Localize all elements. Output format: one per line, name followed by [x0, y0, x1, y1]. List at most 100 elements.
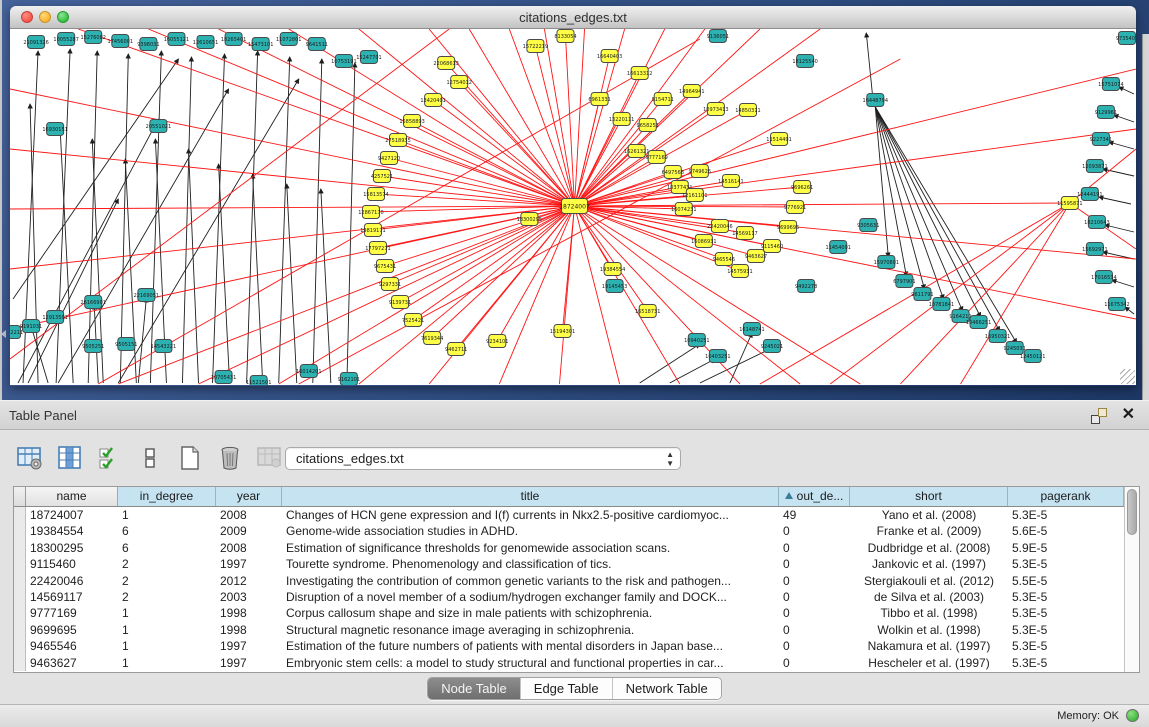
cell-out_de[interactable]: 0	[779, 622, 850, 638]
node-table-grid[interactable]: namein_degreeyeartitleout_de...shortpage…	[14, 487, 1124, 672]
float-panel-icon[interactable]	[1091, 408, 1107, 424]
column-header-title[interactable]: title	[282, 487, 779, 506]
cell-name[interactable]: 9465546	[26, 638, 118, 654]
cell-in_degree[interactable]: 2	[118, 589, 216, 605]
cell-pagerank[interactable]: 5.3E-5	[1008, 556, 1124, 572]
cell-year[interactable]: 2008	[216, 507, 282, 523]
cell-year[interactable]: 1998	[216, 622, 282, 638]
cell-out_de[interactable]: 0	[779, 589, 850, 605]
memory-status-icon[interactable]	[1126, 709, 1139, 722]
cell-in_degree[interactable]: 1	[118, 622, 216, 638]
cell-year[interactable]: 2008	[216, 540, 282, 556]
cell-out_de[interactable]: 0	[779, 655, 850, 671]
table-row[interactable]: 2242004622012Investigating the contribut…	[14, 573, 1124, 589]
column-header-out_de[interactable]: out_de...	[779, 487, 850, 506]
cell-in_degree[interactable]: 2	[118, 556, 216, 572]
cell-in_degree[interactable]: 1	[118, 507, 216, 523]
tab-edge-table[interactable]: Edge Table	[520, 678, 612, 699]
cell-out_de[interactable]: 0	[779, 556, 850, 572]
cell-name[interactable]: 14569117	[26, 589, 118, 605]
cell-year[interactable]: 1997	[216, 655, 282, 671]
panel-divider-left[interactable]	[0, 0, 2, 400]
table-row[interactable]: 969969511998Structural magnetic resonanc…	[14, 622, 1124, 638]
cell-year[interactable]: 1997	[216, 556, 282, 572]
cell-out_de[interactable]: 0	[779, 523, 850, 539]
column-header-name[interactable]: name	[26, 487, 118, 506]
table-row[interactable]: 1830029562008Estimation of significance …	[14, 540, 1124, 556]
table-settings-icon[interactable]	[16, 445, 43, 472]
cell-name[interactable]: 22420046	[26, 573, 118, 589]
cell-short[interactable]: Hescheler et al. (1997)	[850, 655, 1008, 671]
cell-out_de[interactable]: 0	[779, 573, 850, 589]
cell-out_de[interactable]: 0	[779, 605, 850, 621]
cell-short[interactable]: Yano et al. (2008)	[850, 507, 1008, 523]
table-column-icon[interactable]	[56, 445, 83, 472]
cell-title[interactable]: Estimation of the future numbers of pati…	[282, 638, 779, 654]
table-row[interactable]: 946554611997Estimation of the future num…	[14, 638, 1124, 654]
cell-title[interactable]: Genome-wide association studies in ADHD.	[282, 523, 779, 539]
close-panel-icon[interactable]: ✕	[1122, 406, 1135, 424]
column-header-pagerank[interactable]: pagerank	[1008, 487, 1124, 506]
cell-in_degree[interactable]: 6	[118, 540, 216, 556]
cell-pagerank[interactable]: 5.3E-5	[1008, 622, 1124, 638]
cell-title[interactable]: Tourette syndrome. Phenomenology and cla…	[282, 556, 779, 572]
cell-in_degree[interactable]: 2	[118, 573, 216, 589]
cell-name[interactable]: 19384554	[26, 523, 118, 539]
cell-year[interactable]: 2003	[216, 589, 282, 605]
cell-short[interactable]: Tibbo et al. (1998)	[850, 605, 1008, 621]
cell-title[interactable]: Changes of HCN gene expression and I(f) …	[282, 507, 779, 523]
cell-title[interactable]: Investigating the contribution of common…	[282, 573, 779, 589]
cell-out_de[interactable]: 49	[779, 507, 850, 523]
cell-out_de[interactable]: 0	[779, 540, 850, 556]
delete-table-icon[interactable]	[216, 445, 243, 472]
cell-year[interactable]: 2012	[216, 573, 282, 589]
cell-name[interactable]: 9777169	[26, 605, 118, 621]
cell-in_degree[interactable]: 1	[118, 655, 216, 671]
cell-pagerank[interactable]: 5.3E-5	[1008, 638, 1124, 654]
cell-short[interactable]: Franke et al. (2009)	[850, 523, 1008, 539]
cell-title[interactable]: Corpus callosum shape and size in male p…	[282, 605, 779, 621]
column-header-short[interactable]: short	[850, 487, 1008, 506]
cell-short[interactable]: Wolkin et al. (1998)	[850, 622, 1008, 638]
new-table-icon[interactable]	[176, 445, 203, 472]
network-canvas[interactable]: 2206861312754012134204011585889327518935…	[10, 29, 1136, 385]
cell-pagerank[interactable]: 5.6E-5	[1008, 523, 1124, 539]
row-height-icon[interactable]	[136, 445, 163, 472]
cell-in_degree[interactable]: 1	[118, 605, 216, 621]
table-row[interactable]: 946362711997Embryonic stem cells: a mode…	[14, 655, 1124, 671]
cell-name[interactable]: 9699695	[26, 622, 118, 638]
cell-year[interactable]: 1998	[216, 605, 282, 621]
cell-short[interactable]: Nakamura et al. (1997)	[850, 638, 1008, 654]
cell-title[interactable]: Structural magnetic resonance image aver…	[282, 622, 779, 638]
window-resize-grip[interactable]	[1120, 369, 1135, 384]
tab-network-table[interactable]: Network Table	[612, 678, 721, 699]
cell-name[interactable]: 9463627	[26, 655, 118, 671]
table-scrollbar[interactable]	[1124, 487, 1139, 672]
collapse-panel-icon[interactable]	[1, 330, 6, 338]
table-scrollbar-thumb[interactable]	[1127, 489, 1137, 535]
table-selector-dropdown[interactable]: citations_edges.txt ▲▼	[285, 447, 681, 470]
desktop-scrollbar[interactable]	[1142, 34, 1149, 400]
column-header-in_degree[interactable]: in_degree	[118, 487, 216, 506]
table-row[interactable]: 977716911998Corpus callosum shape and si…	[14, 605, 1124, 621]
cell-out_de[interactable]: 0	[779, 638, 850, 654]
cell-in_degree[interactable]: 6	[118, 523, 216, 539]
table-row[interactable]: 1456911722003Disruption of a novel membe…	[14, 589, 1124, 605]
network-window[interactable]: citations_edges.txt 22068613127540121342…	[10, 6, 1136, 386]
table-row[interactable]: 911546021997Tourette syndrome. Phenomeno…	[14, 556, 1124, 572]
column-header-year[interactable]: year	[216, 487, 282, 506]
select-all-icon[interactable]	[96, 445, 123, 472]
cell-name[interactable]: 18724007	[26, 507, 118, 523]
cell-pagerank[interactable]: 5.9E-5	[1008, 540, 1124, 556]
cell-title[interactable]: Embryonic stem cells: a model to study s…	[282, 655, 779, 671]
cell-short[interactable]: Jankovic et al. (1997)	[850, 556, 1008, 572]
cell-pagerank[interactable]: 5.3E-5	[1008, 507, 1124, 523]
cell-pagerank[interactable]: 5.3E-5	[1008, 589, 1124, 605]
cell-title[interactable]: Estimation of significance thresholds fo…	[282, 540, 779, 556]
cell-short[interactable]: Stergiakouli et al. (2012)	[850, 573, 1008, 589]
cell-year[interactable]: 2009	[216, 523, 282, 539]
cell-pagerank[interactable]: 5.3E-5	[1008, 605, 1124, 621]
cell-year[interactable]: 1997	[216, 638, 282, 654]
cell-pagerank[interactable]: 5.5E-5	[1008, 573, 1124, 589]
cell-short[interactable]: de Silva et al. (2003)	[850, 589, 1008, 605]
